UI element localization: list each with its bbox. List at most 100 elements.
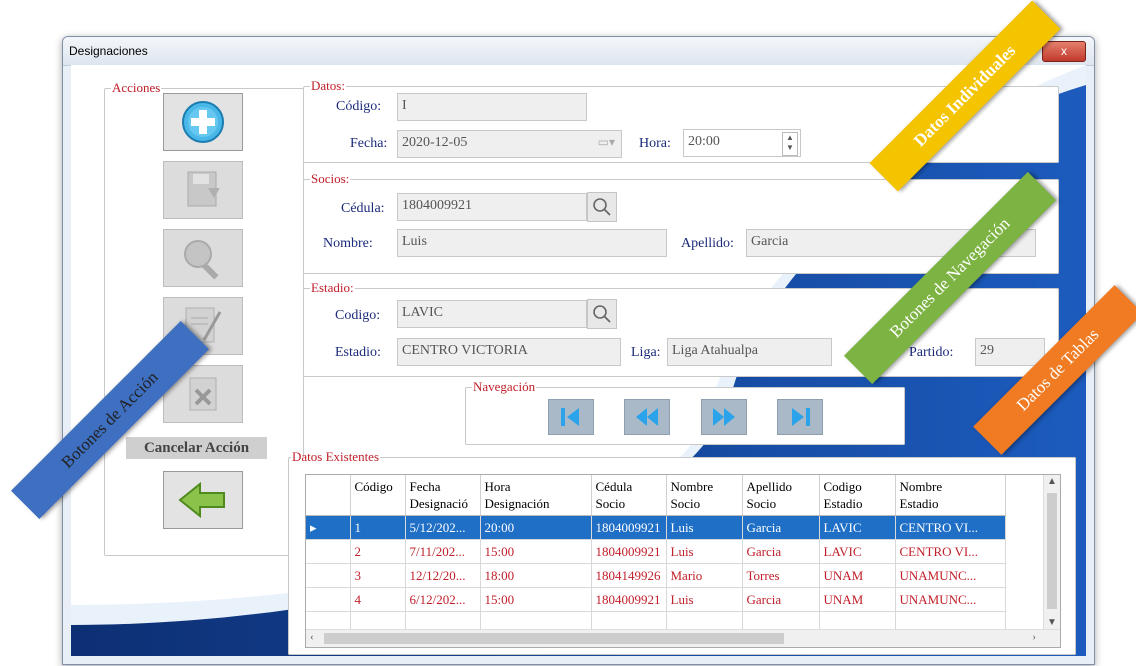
hora-spinner[interactable]: ▲ ▼ <box>782 132 798 156</box>
last-record-button[interactable] <box>777 399 823 435</box>
row-header[interactable] <box>306 587 351 612</box>
table-cell[interactable]: 1804009921 <box>591 515 667 540</box>
table-cell[interactable]: UNAMUNC... <box>895 587 1006 612</box>
table-cell[interactable]: 12/12/20... <box>405 563 481 588</box>
previous-record-button[interactable] <box>624 399 670 435</box>
column-header-line: Socio <box>670 496 701 511</box>
cedula-label: Cédula: <box>341 201 385 216</box>
horizontal-scroll-thumb[interactable] <box>324 633 784 644</box>
column-header-line: Codigo <box>823 479 862 494</box>
partido-label: Partido: <box>909 345 954 360</box>
table-cell[interactable]: 1804149926 <box>591 563 667 588</box>
table-cell[interactable]: 1804009921 <box>591 587 667 612</box>
codigo-label: Código: <box>336 99 382 114</box>
table-row[interactable]: 2 7/11/202... 15:00 1804009921 Luis Garcia LAV… <box>306 539 1006 564</box>
table-cell[interactable]: Luis <box>666 515 743 540</box>
column-header[interactable]: Apellido Socio <box>742 475 820 516</box>
estadio-codigo-field[interactable]: LAVIC <box>397 300 587 328</box>
hora-field[interactable]: 20:00 ▲ ▼ <box>683 129 801 157</box>
table-cell[interactable]: 15:00 <box>480 539 592 564</box>
column-header[interactable]: Cédula Socio <box>591 475 667 516</box>
row-header[interactable]: ▸ <box>306 515 351 540</box>
scroll-left-icon[interactable]: ‹ <box>310 631 314 643</box>
table-cell[interactable]: LAVIC <box>819 515 896 540</box>
search-estadio-button[interactable] <box>587 299 617 329</box>
row-header[interactable] <box>306 563 351 588</box>
table-cell[interactable]: Garcia <box>742 587 820 612</box>
back-button[interactable] <box>163 471 243 529</box>
table-cell[interactable]: Torres <box>742 563 820 588</box>
table-cell[interactable]: 5/12/202... <box>405 515 481 540</box>
data-table: Código Fecha Designació Hora Designación Cédu… <box>306 475 1006 636</box>
column-header-line: Nombre <box>670 479 714 494</box>
cedula-field[interactable]: 1804009921 <box>397 193 587 221</box>
table-cell[interactable]: 7/11/202... <box>405 539 481 564</box>
table-cell[interactable]: CENTRO VI... <box>895 515 1006 540</box>
title-bar: Designaciones x <box>63 37 1094 66</box>
table-row[interactable]: ▸ 1 5/12/202... 20:00 1804009921 Luis Garcia LA… <box>306 515 1006 540</box>
table-cell[interactable]: CENTRO VI... <box>895 539 1006 564</box>
table-row[interactable]: 4 6/12/202... 15:00 1804009921 Luis Garcia UNA… <box>306 587 1006 612</box>
fast-forward-icon <box>713 408 735 426</box>
column-header-line: Estadio <box>899 496 939 511</box>
navegacion-panel: Navegación <box>465 379 905 445</box>
table-cell[interactable]: 6/12/202... <box>405 587 481 612</box>
table-cell[interactable]: Garcia <box>742 515 820 540</box>
codigo-field[interactable]: I <box>397 93 587 121</box>
row-header[interactable] <box>306 539 351 564</box>
column-header[interactable]: Nombre Socio <box>666 475 743 516</box>
add-button[interactable] <box>163 93 243 151</box>
estadio-field[interactable]: CENTRO VICTORIA <box>397 338 621 366</box>
table-cell[interactable]: 18:00 <box>480 563 592 588</box>
scroll-up-icon[interactable]: ▲ <box>1047 476 1057 487</box>
first-record-button[interactable] <box>548 399 594 435</box>
data-grid[interactable]: Código Fecha Designació Hora Designación Cédu… <box>305 474 1061 648</box>
fecha-picker[interactable]: 2020-12-05 ▭▾ <box>397 130 622 158</box>
table-cell[interactable]: 4 <box>350 587 406 612</box>
table-cell[interactable]: UNAM <box>819 587 896 612</box>
search-record-button[interactable] <box>163 229 243 287</box>
table-cell[interactable]: 2 <box>350 539 406 564</box>
scroll-right-icon[interactable]: › <box>1032 631 1036 643</box>
table-cell[interactable]: 1804009921 <box>591 539 667 564</box>
table-cell[interactable]: UNAMUNC... <box>895 563 1006 588</box>
liga-field[interactable]: Liga Atahualpa <box>667 338 832 366</box>
column-header[interactable]: Código <box>350 475 406 516</box>
cancel-action-button[interactable]: Cancelar Acción <box>126 437 267 459</box>
column-header[interactable]: Codigo Estadio <box>819 475 896 516</box>
calendar-dropdown-icon[interactable]: ▭▾ <box>598 135 615 150</box>
table-cell[interactable]: LAVIC <box>819 539 896 564</box>
table-cell[interactable]: 1 <box>350 515 406 540</box>
table-cell[interactable]: 15:00 <box>480 587 592 612</box>
search-socio-button[interactable] <box>587 192 617 222</box>
vertical-scrollbar[interactable]: ▲ ▼ <box>1043 475 1060 629</box>
column-header[interactable]: Fecha Designació <box>405 475 481 516</box>
datos-legend: Datos: <box>311 78 345 93</box>
table-cell[interactable]: Luis <box>666 587 743 612</box>
search-icon <box>593 198 611 216</box>
table-cell[interactable]: Mario <box>666 563 743 588</box>
nombre-label: Nombre: <box>323 236 373 251</box>
table-cell[interactable]: Garcia <box>742 539 820 564</box>
table-cell[interactable]: UNAM <box>819 563 896 588</box>
search-icon <box>593 305 611 323</box>
table-cell[interactable]: 3 <box>350 563 406 588</box>
table-cell[interactable]: Luis <box>666 539 743 564</box>
plus-icon <box>182 101 224 143</box>
partido-field[interactable]: 29 <box>975 338 1045 366</box>
table-row[interactable]: 3 12/12/20... 18:00 1804149926 Mario Torres UN… <box>306 563 1006 588</box>
horizontal-scrollbar[interactable]: ‹ › <box>306 629 1060 647</box>
vertical-scroll-thumb[interactable] <box>1047 493 1057 609</box>
scroll-down-icon[interactable]: ▼ <box>1047 617 1057 628</box>
table-cell[interactable]: 20:00 <box>480 515 592 540</box>
column-header[interactable]: Nombre Estadio <box>895 475 1006 516</box>
magnifier-icon <box>184 240 219 280</box>
table-header-row: Código Fecha Designació Hora Designación Cédu… <box>306 475 1006 516</box>
column-header-line: Designación <box>484 496 550 511</box>
close-button[interactable]: x <box>1042 41 1086 62</box>
estadio-legend: Estadio: <box>311 280 354 295</box>
save-button[interactable] <box>163 161 243 219</box>
column-header[interactable]: Hora Designación <box>480 475 592 516</box>
next-record-button[interactable] <box>701 399 747 435</box>
nombre-field[interactable]: Luis <box>397 229 667 257</box>
